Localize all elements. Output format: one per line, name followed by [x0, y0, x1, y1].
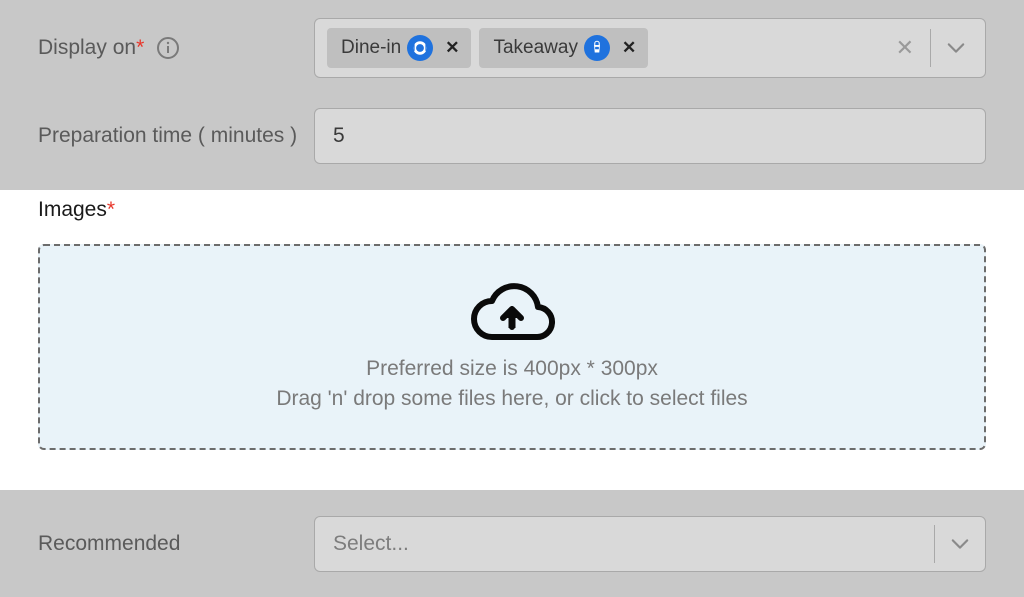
chevron-down-icon — [947, 42, 965, 54]
dropzone-hint-action: Drag 'n' drop some files here, or click … — [276, 387, 747, 411]
tag-label: Dine-in — [341, 37, 401, 59]
display-on-label-text: Display on — [38, 36, 136, 59]
recommended-label: Recommended — [38, 530, 314, 558]
prep-time-input[interactable] — [314, 108, 986, 164]
cloud-upload-icon — [468, 283, 556, 347]
prep-time-control — [314, 108, 986, 164]
recommended-placeholder: Select... — [333, 532, 934, 556]
display-on-row: Display on* Dine-in — [0, 0, 1024, 96]
dropzone-hint-size: Preferred size is 400px * 300px — [366, 357, 658, 381]
image-dropzone[interactable]: Preferred size is 400px * 300px Drag 'n'… — [38, 244, 986, 450]
display-on-label: Display on* — [38, 34, 314, 62]
dropdown-toggle[interactable] — [934, 525, 985, 563]
tag-remove-takeaway[interactable]: ✕ — [620, 38, 638, 58]
recommended-select[interactable]: Select... — [314, 516, 986, 572]
dropdown-toggle[interactable] — [930, 29, 981, 67]
dinein-icon — [407, 35, 433, 61]
tag-remove-dinein[interactable]: ✕ — [443, 38, 461, 58]
recommended-row: Recommended Select... — [0, 490, 1024, 590]
tag-dinein: Dine-in ✕ — [327, 28, 471, 68]
recommended-control: Select... — [314, 516, 986, 572]
chevron-down-icon — [951, 538, 969, 550]
images-label: Images* — [38, 198, 986, 222]
display-on-control: Dine-in ✕ Takeaway — [314, 18, 986, 78]
selected-tags: Dine-in ✕ Takeaway — [319, 28, 880, 68]
tag-label: Takeaway — [493, 37, 578, 59]
images-section: Images* Preferred size is 400px * 300px … — [0, 190, 1024, 490]
required-marker: * — [136, 36, 144, 59]
prep-time-label: Preparation time ( minutes ) — [38, 122, 314, 150]
images-label-text: Images — [38, 198, 107, 221]
takeaway-icon — [584, 35, 610, 61]
tag-takeaway: Takeaway ✕ — [479, 28, 648, 68]
required-marker: * — [107, 198, 115, 221]
display-on-multiselect[interactable]: Dine-in ✕ Takeaway — [314, 18, 986, 78]
clear-all-icon[interactable]: ✕ — [880, 37, 930, 59]
info-icon[interactable] — [156, 36, 180, 60]
prep-time-row: Preparation time ( minutes ) — [0, 96, 1024, 190]
